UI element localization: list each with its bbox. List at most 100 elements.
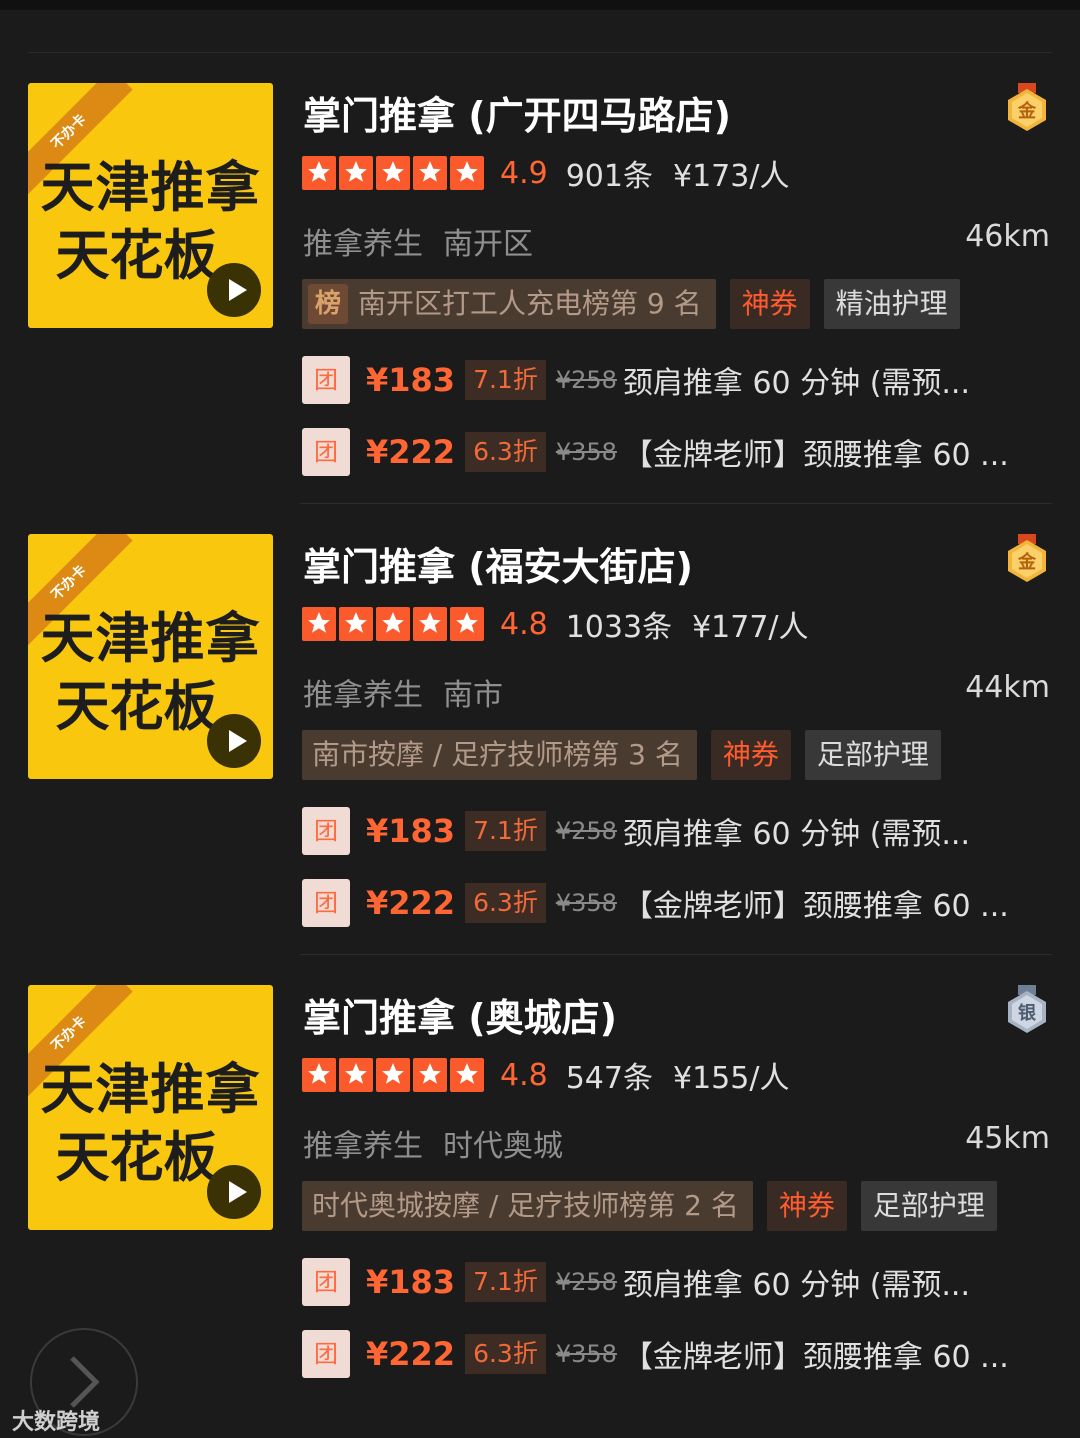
deal-row[interactable]: 团 ¥222 6.3折 ¥358 【金牌老师】颈腰推拿 60 ... (302, 878, 1009, 928)
deal-original-price: ¥358 (555, 1340, 617, 1368)
distance-label: 45km (965, 1121, 1050, 1156)
shop-title[interactable]: 掌门推拿 (福安大街店) (303, 536, 693, 591)
deal-original-price: ¥258 (555, 1268, 617, 1296)
deal-name: 颈肩推拿 60 分钟 (需预... (622, 817, 971, 852)
shop-card[interactable]: 不办卡 天津推拿 天花板 掌门推拿 (广开四马路店) 金 4.9 901条 ¥1… (0, 53, 1080, 504)
deal-name: 【金牌老师】颈腰推拿 60 ... (622, 1340, 1009, 1375)
star-icon (450, 156, 484, 190)
svg-text:金: 金 (1017, 100, 1037, 122)
group-buy-icon: 团 (302, 807, 350, 855)
deal-name: 颈肩推拿 60 分钟 (需预... (622, 366, 971, 401)
rank-tag[interactable]: 南市按摩 / 足疗技师榜第 3 名 (302, 730, 697, 780)
rank-text: 南市按摩 / 足疗技师榜第 3 名 (312, 738, 683, 771)
rank-tag[interactable]: 时代奥城按摩 / 足疗技师榜第 2 名 (302, 1181, 753, 1231)
service-tag[interactable]: 足部护理 (860, 1181, 997, 1231)
rating-row: 4.9 901条 ¥173/人 (302, 155, 789, 194)
deal-name: 【金牌老师】颈腰推拿 60 ... (622, 889, 1009, 924)
star-icon (413, 607, 447, 641)
deal-original-price: ¥258 (555, 817, 617, 845)
deal-price: ¥222 (366, 884, 456, 922)
shop-card[interactable]: 不办卡 天津推拿 天花板 掌门推拿 (福安大街店) 金 4.8 1033条 ¥1… (0, 504, 1080, 955)
star-icon (339, 1058, 373, 1092)
deal-price: ¥183 (366, 1263, 456, 1301)
silver-medal-icon: 银 (1006, 985, 1048, 1035)
deal-row[interactable]: 团 ¥222 6.3折 ¥358 【金牌老师】颈腰推拿 60 ... (302, 427, 1009, 477)
star-icon (302, 607, 336, 641)
distance-label: 44km (965, 670, 1050, 705)
rating-row: 4.8 1033条 ¥177/人 (302, 606, 809, 645)
deal-price: ¥183 (366, 361, 456, 399)
chevron-right-icon (70, 1356, 100, 1408)
deal-discount: 7.1折 (465, 1262, 546, 1302)
svg-text:银: 银 (1018, 1002, 1037, 1024)
deal-price: ¥222 (366, 1335, 456, 1373)
rating-score: 4.8 (500, 1057, 548, 1093)
deal-discount: 7.1折 (465, 360, 546, 400)
rank-icon: 榜 (308, 284, 348, 324)
star-icon (302, 1058, 336, 1092)
area-label: 南开区 (443, 227, 533, 262)
rating-score: 4.9 (500, 155, 548, 191)
coupon-tag[interactable]: 神券 (710, 730, 791, 780)
deal-original-price: ¥358 (555, 889, 617, 917)
deal-row[interactable]: 团 ¥183 7.1折 ¥258 颈肩推拿 60 分钟 (需预... (302, 806, 970, 856)
deal-price: ¥183 (366, 812, 456, 850)
deal-price: ¥222 (366, 433, 456, 471)
group-buy-icon: 团 (302, 1258, 350, 1306)
star-rating (302, 607, 484, 641)
coupon-tag[interactable]: 神券 (729, 279, 810, 329)
star-icon (450, 1058, 484, 1092)
star-icon (339, 607, 373, 641)
shop-thumbnail[interactable]: 不办卡 天津推拿 天花板 (28, 534, 273, 779)
deal-row[interactable]: 团 ¥183 7.1折 ¥258 颈肩推拿 60 分钟 (需预... (302, 1257, 970, 1307)
star-icon (339, 156, 373, 190)
group-buy-icon: 团 (302, 428, 350, 476)
star-icon (413, 1058, 447, 1092)
deal-original-price: ¥258 (555, 366, 617, 394)
rank-text: 时代奥城按摩 / 足疗技师榜第 2 名 (312, 1189, 739, 1222)
deal-name: 【金牌老师】颈腰推拿 60 ... (622, 438, 1009, 473)
category-label: 推拿养生 (303, 1129, 423, 1164)
svg-text:金: 金 (1017, 551, 1037, 573)
star-icon (302, 156, 336, 190)
shop-title[interactable]: 掌门推拿 (广开四马路店) (303, 85, 731, 140)
category-row: 推拿养生 南开区 (303, 219, 533, 263)
deal-original-price: ¥358 (555, 438, 617, 466)
shop-title[interactable]: 掌门推拿 (奥城店) (303, 987, 617, 1042)
play-icon[interactable] (207, 1165, 261, 1219)
deal-row[interactable]: 团 ¥222 6.3折 ¥358 【金牌老师】颈腰推拿 60 ... (302, 1329, 1009, 1379)
price-per-person: ¥177/人 (692, 610, 809, 645)
deal-discount: 6.3折 (465, 883, 546, 923)
tag-row: 时代奥城按摩 / 足疗技师榜第 2 名 神券 足部护理 (302, 1181, 997, 1231)
review-count: 901条 (565, 159, 653, 194)
star-icon (376, 1058, 410, 1092)
coupon-tag[interactable]: 神券 (766, 1181, 847, 1231)
deal-discount: 6.3折 (465, 432, 546, 472)
star-icon (376, 156, 410, 190)
deal-name: 颈肩推拿 60 分钟 (需预... (622, 1268, 971, 1303)
play-icon[interactable] (207, 714, 261, 768)
category-row: 推拿养生 时代奥城 (303, 1121, 563, 1165)
distance-label: 46km (965, 219, 1050, 254)
gold-medal-icon: 金 (1006, 83, 1048, 133)
shop-thumbnail[interactable]: 不办卡 天津推拿 天花板 (28, 985, 273, 1230)
top-strip (0, 0, 1080, 10)
star-rating (302, 1058, 484, 1092)
group-buy-icon: 团 (302, 1330, 350, 1378)
group-buy-icon: 团 (302, 879, 350, 927)
tag-row: 南市按摩 / 足疗技师榜第 3 名 神券 足部护理 (302, 730, 941, 780)
shop-thumbnail[interactable]: 不办卡 天津推拿 天花板 (28, 83, 273, 328)
rank-text: 南开区打工人充电榜第 9 名 (358, 287, 702, 320)
rank-tag[interactable]: 榜 南开区打工人充电榜第 9 名 (302, 279, 716, 329)
service-tag[interactable]: 足部护理 (804, 730, 941, 780)
review-count: 547条 (565, 1061, 653, 1096)
play-icon[interactable] (207, 263, 261, 317)
deal-row[interactable]: 团 ¥183 7.1折 ¥258 颈肩推拿 60 分钟 (需预... (302, 355, 970, 405)
gold-medal-icon: 金 (1006, 534, 1048, 584)
service-tag[interactable]: 精油护理 (823, 279, 960, 329)
star-icon (376, 607, 410, 641)
shop-card[interactable]: 不办卡 天津推拿 天花板 掌门推拿 (奥城店) 银 4.8 547条 ¥155/… (0, 955, 1080, 1406)
category-label: 推拿养生 (303, 678, 423, 713)
star-icon (413, 156, 447, 190)
star-icon (450, 607, 484, 641)
